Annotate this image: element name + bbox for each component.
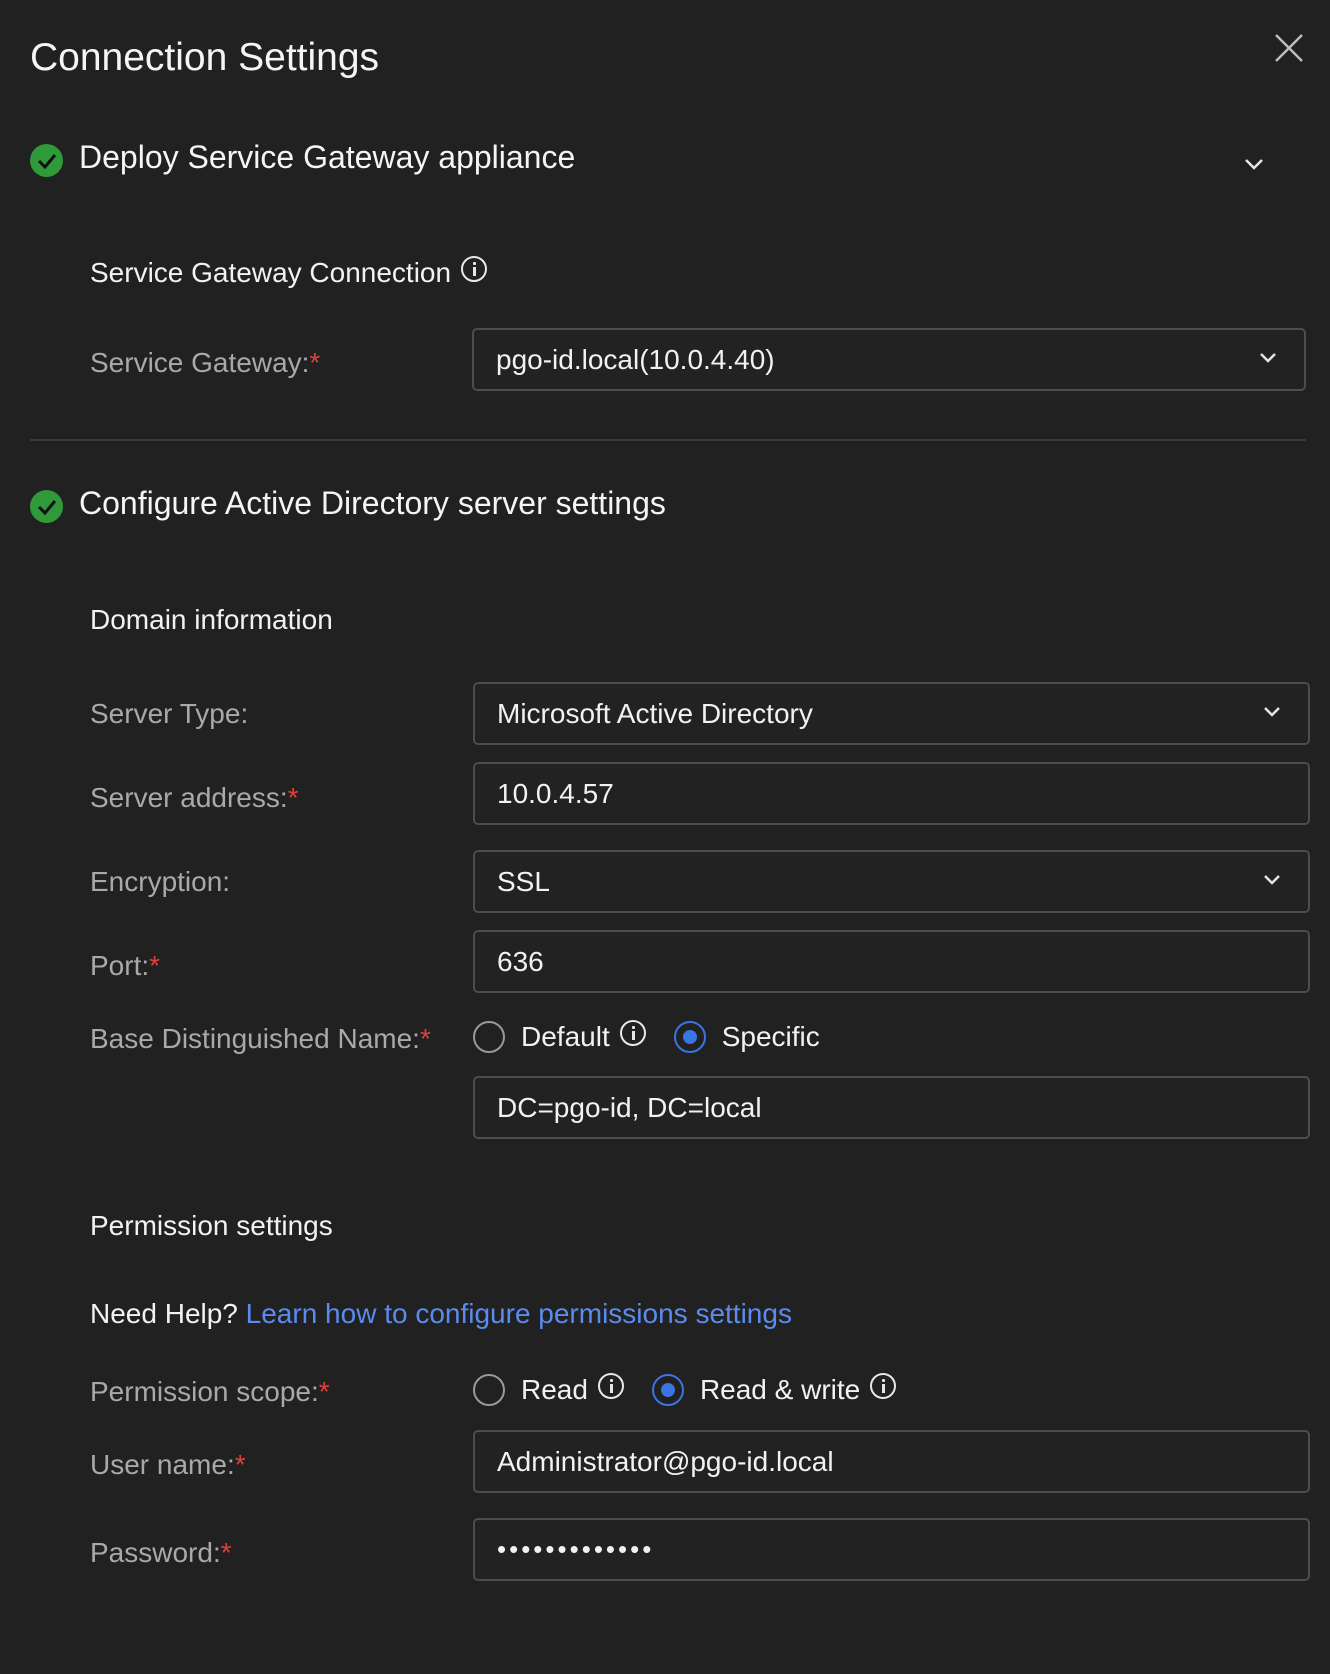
step-ad-settings-header[interactable]: Configure Active Directory server settin… — [30, 484, 666, 523]
radio-button-selected[interactable] — [673, 1021, 706, 1053]
chevron-down-icon — [1260, 352, 1276, 363]
check-circle-icon — [30, 144, 63, 177]
domain-information-heading: Domain information — [90, 604, 333, 635]
port-label: Port:* — [90, 950, 160, 982]
server-address-input[interactable]: 10.0.4.57 — [473, 762, 1310, 825]
username-input[interactable]: Administrator@pgo-id.local — [473, 1430, 1310, 1493]
required-marker: * — [287, 782, 299, 813]
learn-permissions-link[interactable]: Learn how to configure permissions setti… — [246, 1298, 792, 1329]
chevron-down-icon — [1264, 706, 1280, 717]
server-type-select[interactable]: Microsoft Active Directory — [473, 682, 1310, 745]
port-value: 636 — [497, 945, 544, 977]
gateway-connection-heading: Service Gateway Connection — [90, 256, 488, 289]
encryption-select[interactable]: SSL — [473, 850, 1310, 913]
permission-settings-heading: Permission settings — [90, 1210, 333, 1241]
password-label: Password:* — [90, 1537, 232, 1569]
service-gateway-label: Service Gateway:* — [90, 347, 320, 379]
step-deploy-gateway-header[interactable]: Deploy Service Gateway appliance — [30, 138, 575, 177]
server-type-label: Server Type: — [90, 698, 249, 729]
server-address-label-text: Server address: — [90, 782, 288, 813]
permission-scope-label: Permission scope:* — [90, 1376, 330, 1408]
base-dn-radio-group: Default Specific — [473, 1020, 848, 1053]
chevron-down-icon — [1264, 874, 1280, 885]
base-dn-option-default[interactable]: Default — [473, 1020, 646, 1053]
required-marker: * — [419, 1023, 431, 1054]
help-text: Need Help? Learn how to configure permis… — [90, 1298, 792, 1330]
gateway-connection-title: Service Gateway Connection — [90, 257, 452, 288]
chevron-down-icon[interactable] — [1238, 150, 1270, 178]
username-label-text: User name: — [90, 1449, 235, 1480]
permission-option-read[interactable]: Read — [473, 1373, 624, 1406]
port-label-text: Port: — [90, 950, 150, 981]
required-marker: * — [309, 347, 321, 378]
help-prefix: Need Help? — [90, 1298, 238, 1329]
required-marker: * — [149, 950, 161, 981]
port-input[interactable]: 636 — [473, 930, 1310, 993]
password-input[interactable]: ••••••••••••• — [473, 1518, 1310, 1581]
info-icon[interactable] — [461, 256, 488, 282]
base-dn-input[interactable]: DC=pgo-id, DC=local — [473, 1076, 1310, 1139]
server-address-value: 10.0.4.57 — [497, 777, 614, 809]
radio-button[interactable] — [473, 1021, 505, 1053]
required-marker: * — [318, 1376, 330, 1407]
permission-scope-radio-group: Read Read & write — [473, 1373, 924, 1406]
username-value: Administrator@pgo-id.local — [497, 1445, 834, 1477]
service-gateway-select[interactable]: pgo-id.local(10.0.4.40) — [472, 328, 1306, 391]
base-dn-option-default-label: Default — [521, 1021, 610, 1052]
info-icon[interactable] — [597, 1373, 624, 1399]
required-marker: * — [234, 1449, 246, 1480]
encryption-label: Encryption: — [90, 866, 231, 897]
radio-button-selected[interactable] — [651, 1374, 684, 1406]
permission-option-read-label: Read — [521, 1374, 588, 1405]
permission-option-read-write[interactable]: Read & write — [651, 1373, 897, 1406]
encryption-value: SSL — [497, 865, 550, 897]
base-dn-label-text: Base Distinguished Name: — [90, 1023, 420, 1054]
server-address-label: Server address:* — [90, 782, 299, 814]
username-label: User name:* — [90, 1449, 246, 1481]
section-divider — [30, 439, 1306, 441]
permission-scope-label-text: Permission scope: — [90, 1376, 319, 1407]
step-deploy-gateway-title: Deploy Service Gateway appliance — [79, 139, 576, 175]
radio-button[interactable] — [473, 1374, 505, 1406]
server-type-value: Microsoft Active Directory — [497, 697, 813, 729]
base-dn-option-specific[interactable]: Specific — [673, 1021, 820, 1053]
permission-option-read-write-label: Read & write — [699, 1374, 861, 1405]
service-gateway-label-text: Service Gateway: — [90, 347, 310, 378]
info-icon[interactable] — [870, 1373, 897, 1399]
service-gateway-value: pgo-id.local(10.0.4.40) — [496, 343, 775, 375]
base-dn-option-specific-label: Specific — [721, 1021, 820, 1052]
required-marker: * — [220, 1537, 232, 1568]
password-label-text: Password: — [90, 1537, 221, 1568]
step-ad-settings-title: Configure Active Directory server settin… — [79, 485, 666, 521]
base-dn-label: Base Distinguished Name:* — [90, 1023, 431, 1055]
info-icon[interactable] — [619, 1020, 646, 1046]
password-value: ••••••••••••• — [497, 1534, 655, 1564]
check-circle-icon — [30, 490, 63, 523]
base-dn-value: DC=pgo-id, DC=local — [497, 1091, 762, 1123]
close-icon[interactable] — [1272, 31, 1306, 65]
dialog-title: Connection Settings — [30, 36, 380, 79]
